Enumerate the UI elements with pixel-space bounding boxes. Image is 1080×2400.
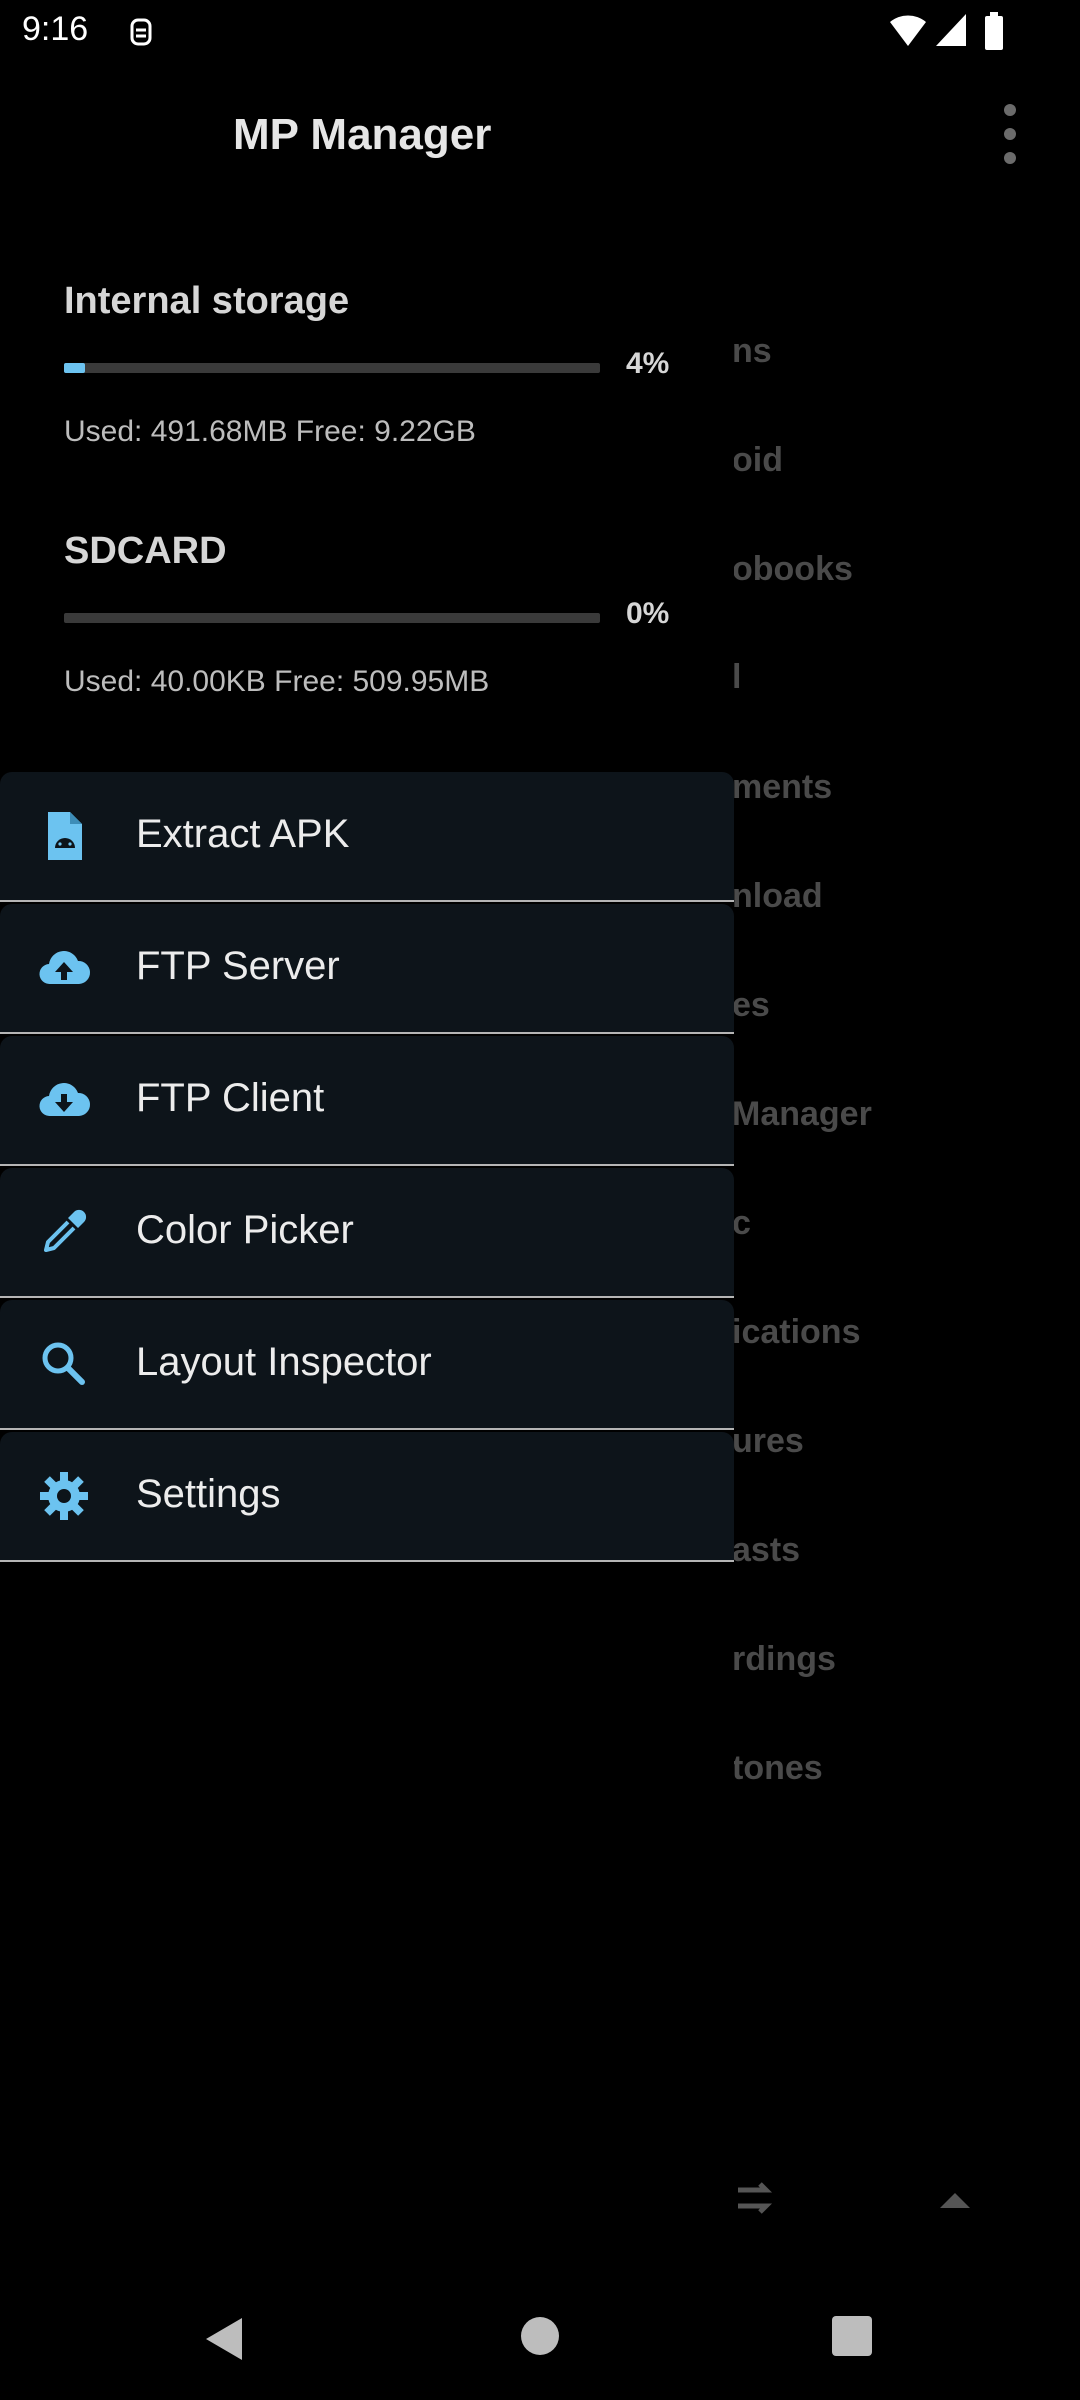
menu-item-label: Color Picker — [136, 1208, 354, 1252]
overflow-menu-icon[interactable] — [1000, 104, 1020, 164]
storage-percent: 4% — [626, 347, 670, 380]
bg-folder-item[interactable]: nload — [732, 877, 823, 916]
menu-item-layout-inspector[interactable]: Layout Inspector — [0, 1300, 734, 1430]
menu-item-settings[interactable]: Settings — [0, 1432, 734, 1562]
storage-progress-fill — [64, 363, 86, 373]
drawer-menu: Extract APK FTP Server FTP Client Color … — [0, 772, 734, 1564]
menu-item-ftp-client[interactable]: FTP Client — [0, 1036, 734, 1166]
bg-folder-item[interactable]: asts — [732, 1531, 800, 1570]
recents-icon[interactable] — [830, 2314, 874, 2358]
menu-item-ftp-server[interactable]: FTP Server — [0, 904, 734, 1034]
back-icon[interactable] — [202, 2314, 246, 2364]
storage-name: SDCARD — [64, 530, 227, 572]
android-file-icon — [48, 812, 82, 860]
battery-icon — [985, 12, 1003, 50]
bg-folder-item[interactable]: es — [732, 986, 770, 1025]
storage-progress-bar: 0% — [64, 597, 669, 630]
menu-item-label: Layout Inspector — [136, 1340, 432, 1384]
eyedropper-icon — [44, 1209, 87, 1252]
bg-folder-item[interactable]: rdings — [732, 1640, 836, 1679]
storage-internal[interactable]: Internal storage 4% Used: 491.68MB Free:… — [64, 280, 674, 449]
status-bar: 9:16 — [0, 0, 1080, 66]
storage-percent: 0% — [626, 597, 670, 630]
storage-progress-bar: 4% — [64, 347, 669, 380]
menu-item-label: FTP Client — [136, 1076, 325, 1120]
system-nav-bar — [0, 2280, 1080, 2400]
status-time: 9:16 — [22, 10, 89, 48]
menu-item-label: Extract APK — [136, 812, 350, 856]
signal-icon — [936, 14, 966, 46]
bg-folder-item[interactable]: obooks — [732, 550, 853, 589]
gear-icon — [40, 1472, 88, 1520]
storage-sdcard[interactable]: SDCARD 0% Used: 40.00KB Free: 509.95MB — [64, 530, 674, 699]
bg-folder-item[interactable]: ments — [732, 768, 832, 807]
swap-icon[interactable] — [732, 2178, 780, 2218]
storage-usage-text: Used: 40.00KB Free: 509.95MB — [64, 665, 490, 698]
storage-usage-text: Used: 491.68MB Free: 9.22GB — [64, 415, 476, 448]
bg-folder-item[interactable]: tones — [732, 1749, 823, 1788]
bg-folder-item[interactable]: c — [732, 1204, 751, 1243]
menu-item-extract-apk[interactable]: Extract APK — [0, 772, 734, 902]
bg-folder-item[interactable]: ications — [732, 1313, 860, 1352]
wifi-icon — [890, 15, 926, 46]
storage-name: Internal storage — [64, 280, 350, 322]
cloud-upload-icon — [39, 951, 91, 985]
navigation-drawer: MP Manager Internal storage 4% Used: 491… — [0, 0, 734, 2400]
bg-folder-item[interactable]: ns — [732, 332, 772, 371]
menu-item-color-picker[interactable]: Color Picker — [0, 1168, 734, 1298]
menu-item-label: FTP Server — [136, 944, 340, 988]
app-title: MP Manager — [233, 110, 492, 159]
notification-icon — [130, 18, 152, 46]
menu-item-label: Settings — [136, 1472, 281, 1516]
bg-folder-item[interactable]: oid — [732, 441, 783, 480]
cloud-download-icon — [39, 1083, 91, 1117]
bg-folder-item[interactable]: ures — [732, 1422, 804, 1461]
home-icon[interactable] — [518, 2314, 562, 2358]
search-icon — [42, 1342, 85, 1385]
scroll-up-icon[interactable] — [938, 2190, 972, 2210]
bg-folder-item[interactable]: Manager — [732, 1095, 872, 1134]
